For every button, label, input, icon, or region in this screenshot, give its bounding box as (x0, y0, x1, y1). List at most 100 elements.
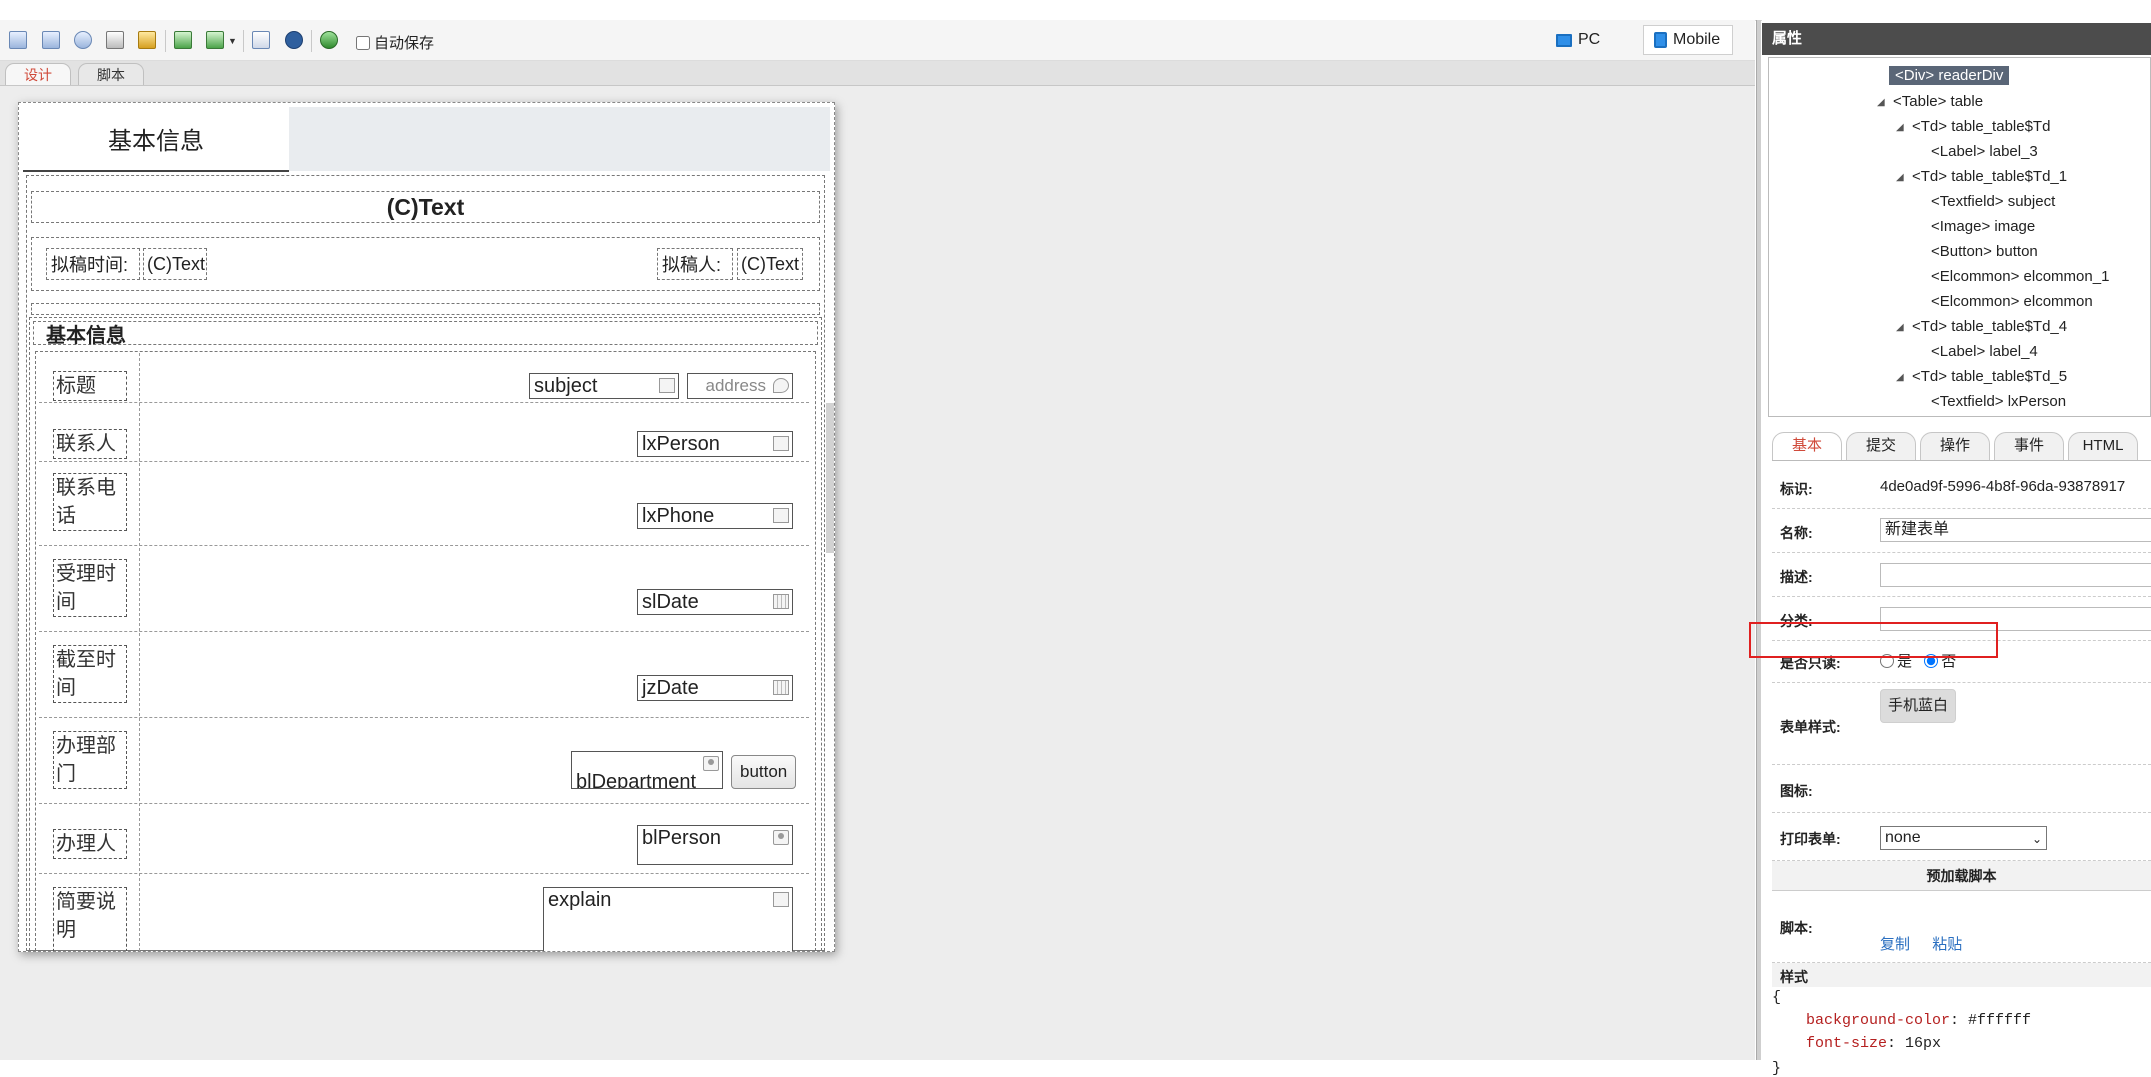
tree-node-td5[interactable]: <Td> table_table$Td_5 (1912, 368, 2067, 385)
edit-icon (773, 436, 789, 451)
user-icon[interactable] (703, 756, 719, 771)
tree-node-readerdiv[interactable]: <Div> readerDiv (1889, 66, 2010, 85)
prop-desc-input[interactable] (1880, 563, 2151, 587)
tree-node-td[interactable]: <Td> table_table$Td (1912, 118, 2050, 135)
address-field-value: address (705, 376, 766, 395)
address-field[interactable]: address (687, 373, 793, 399)
draft-time-value[interactable]: (C)Text (143, 248, 207, 280)
row-label-summary: 简要说明 (53, 887, 127, 951)
panel-splitter[interactable] (1756, 20, 1761, 1060)
row-label-handler: 办理人 (53, 829, 127, 859)
window-icon[interactable] (252, 31, 270, 49)
collapse-triangle-icon[interactable]: ◢ (1896, 172, 1904, 183)
form-style-button[interactable]: 手机蓝白 (1880, 689, 1957, 723)
help-icon[interactable] (285, 31, 303, 49)
export-dropdown-arrow-icon[interactable]: ▼ (228, 36, 237, 46)
import-icon[interactable] (174, 31, 192, 49)
user-icon[interactable] (773, 830, 789, 845)
autosave-checkbox[interactable] (356, 35, 370, 50)
form-title-text[interactable]: (C)Text (31, 191, 820, 223)
form-tab-bar: 基本信息 (23, 107, 830, 172)
lxperson-field[interactable]: lxPerson (637, 431, 793, 457)
tree-node-label4[interactable]: <Label> label_4 (1931, 343, 2038, 360)
table-column-divider (139, 353, 140, 951)
editor-tab-strip: 设计 脚本 (0, 61, 1755, 86)
form-preview: 基本信息 (C)Text 拟稿时间: (C)Text 拟稿人: (C)Text … (18, 102, 835, 952)
table-row-separator (39, 402, 809, 403)
autosave-toggle[interactable]: 自动保存 (356, 32, 434, 53)
table-row-separator (39, 717, 809, 718)
properties-panel: 属性 <Div> readerDiv ◢ <Table> table ◢ <Td… (1762, 20, 2151, 1077)
row-label-title: 标题 (53, 371, 127, 401)
prop-style-label: 表单样式: (1780, 719, 1841, 735)
tree-node-image[interactable]: <Image> image (1931, 218, 2035, 235)
form-tab-basic-info[interactable]: 基本信息 (23, 107, 289, 172)
prop-row-icon: 图标: (1772, 765, 2151, 813)
run-icon[interactable] (320, 31, 338, 49)
draft-time-label: 拟稿时间: (46, 248, 140, 280)
collapse-triangle-icon[interactable]: ◢ (1896, 122, 1904, 133)
tree-node-subject[interactable]: <Textfield> subject (1931, 193, 2055, 210)
lxphone-field-value: lxPhone (642, 505, 715, 527)
table-row-separator (39, 631, 809, 632)
export-icon[interactable] (206, 31, 224, 49)
tree-node-label3[interactable]: <Label> label_3 (1931, 143, 2038, 160)
copy-link[interactable]: 复制 (1880, 936, 1910, 953)
tab-design[interactable]: 设计 (5, 63, 71, 85)
drafter-value[interactable]: (C)Text (737, 248, 803, 280)
tab-script[interactable]: 脚本 (78, 63, 144, 85)
tab-submit[interactable]: 提交 (1846, 432, 1916, 460)
print-form-select[interactable]: none ⌄ (1880, 826, 2047, 850)
view-pc-label: PC (1578, 31, 1601, 48)
print-icon[interactable] (106, 31, 124, 49)
properties-header: 属性 (1762, 23, 2151, 55)
bldepartment-field[interactable]: blDepartment (571, 751, 723, 789)
tree-node-table[interactable]: <Table> table (1893, 93, 1983, 110)
view-mobile-label: Mobile (1673, 31, 1721, 48)
row-label-deadline: 截至时间 (53, 645, 127, 703)
sldate-field[interactable]: slDate (637, 589, 793, 615)
tree-node-lxperson[interactable]: <Textfield> lxPerson (1931, 393, 2066, 410)
top-band (0, 0, 2151, 21)
textarea-icon (773, 892, 789, 907)
tree-node-td4[interactable]: <Td> table_table$Td_4 (1912, 318, 2067, 335)
explain-textarea[interactable]: explain (543, 887, 793, 951)
autosave-label: 自动保存 (374, 35, 435, 52)
new-form-icon[interactable] (9, 31, 27, 49)
subject-field[interactable]: subject (529, 373, 679, 399)
blperson-field[interactable]: blPerson (637, 825, 793, 865)
department-select-button[interactable]: button (731, 755, 797, 789)
css-prop-font-size: font-size (1806, 1035, 1888, 1052)
component-tree: <Div> readerDiv ◢ <Table> table ◢ <Td> t… (1768, 57, 2151, 417)
tab-basic[interactable]: 基本 (1772, 432, 1842, 460)
sldate-field-value: slDate (642, 591, 699, 613)
css-line-background: background-color: #ffffff (1806, 1012, 2032, 1029)
jzdate-field-value: jzDate (642, 677, 699, 699)
prop-row-name: 名称: 新建表单 (1772, 509, 2151, 553)
collapse-triangle-icon[interactable]: ◢ (1877, 97, 1885, 108)
prop-name-input[interactable]: 新建表单 (1880, 518, 2151, 542)
tab-html[interactable]: HTML (2068, 432, 2138, 460)
jzdate-field[interactable]: jzDate (637, 675, 793, 701)
save-icon[interactable] (42, 31, 60, 49)
tree-node-td1[interactable]: <Td> table_table$Td_1 (1912, 168, 2067, 185)
tab-events[interactable]: 事件 (1994, 432, 2064, 460)
tree-node-elcommon[interactable]: <Elcommon> elcommon (1931, 293, 2093, 310)
prop-row-description: 描述: (1772, 553, 2151, 597)
preview-icon[interactable] (74, 31, 92, 49)
collapse-triangle-icon[interactable]: ◢ (1896, 372, 1904, 383)
key-icon[interactable] (138, 31, 156, 49)
script-actions: 复制 粘贴 (1880, 933, 1980, 954)
form-scrollbar-thumb[interactable] (826, 403, 834, 553)
prop-print-label: 打印表单: (1780, 831, 1841, 847)
view-pc-button[interactable]: PC (1545, 25, 1613, 55)
calendar-icon[interactable] (773, 680, 789, 695)
calendar-icon[interactable] (773, 594, 789, 609)
lxphone-field[interactable]: lxPhone (637, 503, 793, 529)
paste-link[interactable]: 粘贴 (1932, 936, 1962, 953)
view-mobile-button[interactable]: Mobile (1643, 25, 1734, 55)
tree-node-elcommon1[interactable]: <Elcommon> elcommon_1 (1931, 268, 2109, 285)
tab-operation[interactable]: 操作 (1920, 432, 1990, 460)
collapse-triangle-icon[interactable]: ◢ (1896, 322, 1904, 333)
tree-node-button[interactable]: <Button> button (1931, 243, 2038, 260)
